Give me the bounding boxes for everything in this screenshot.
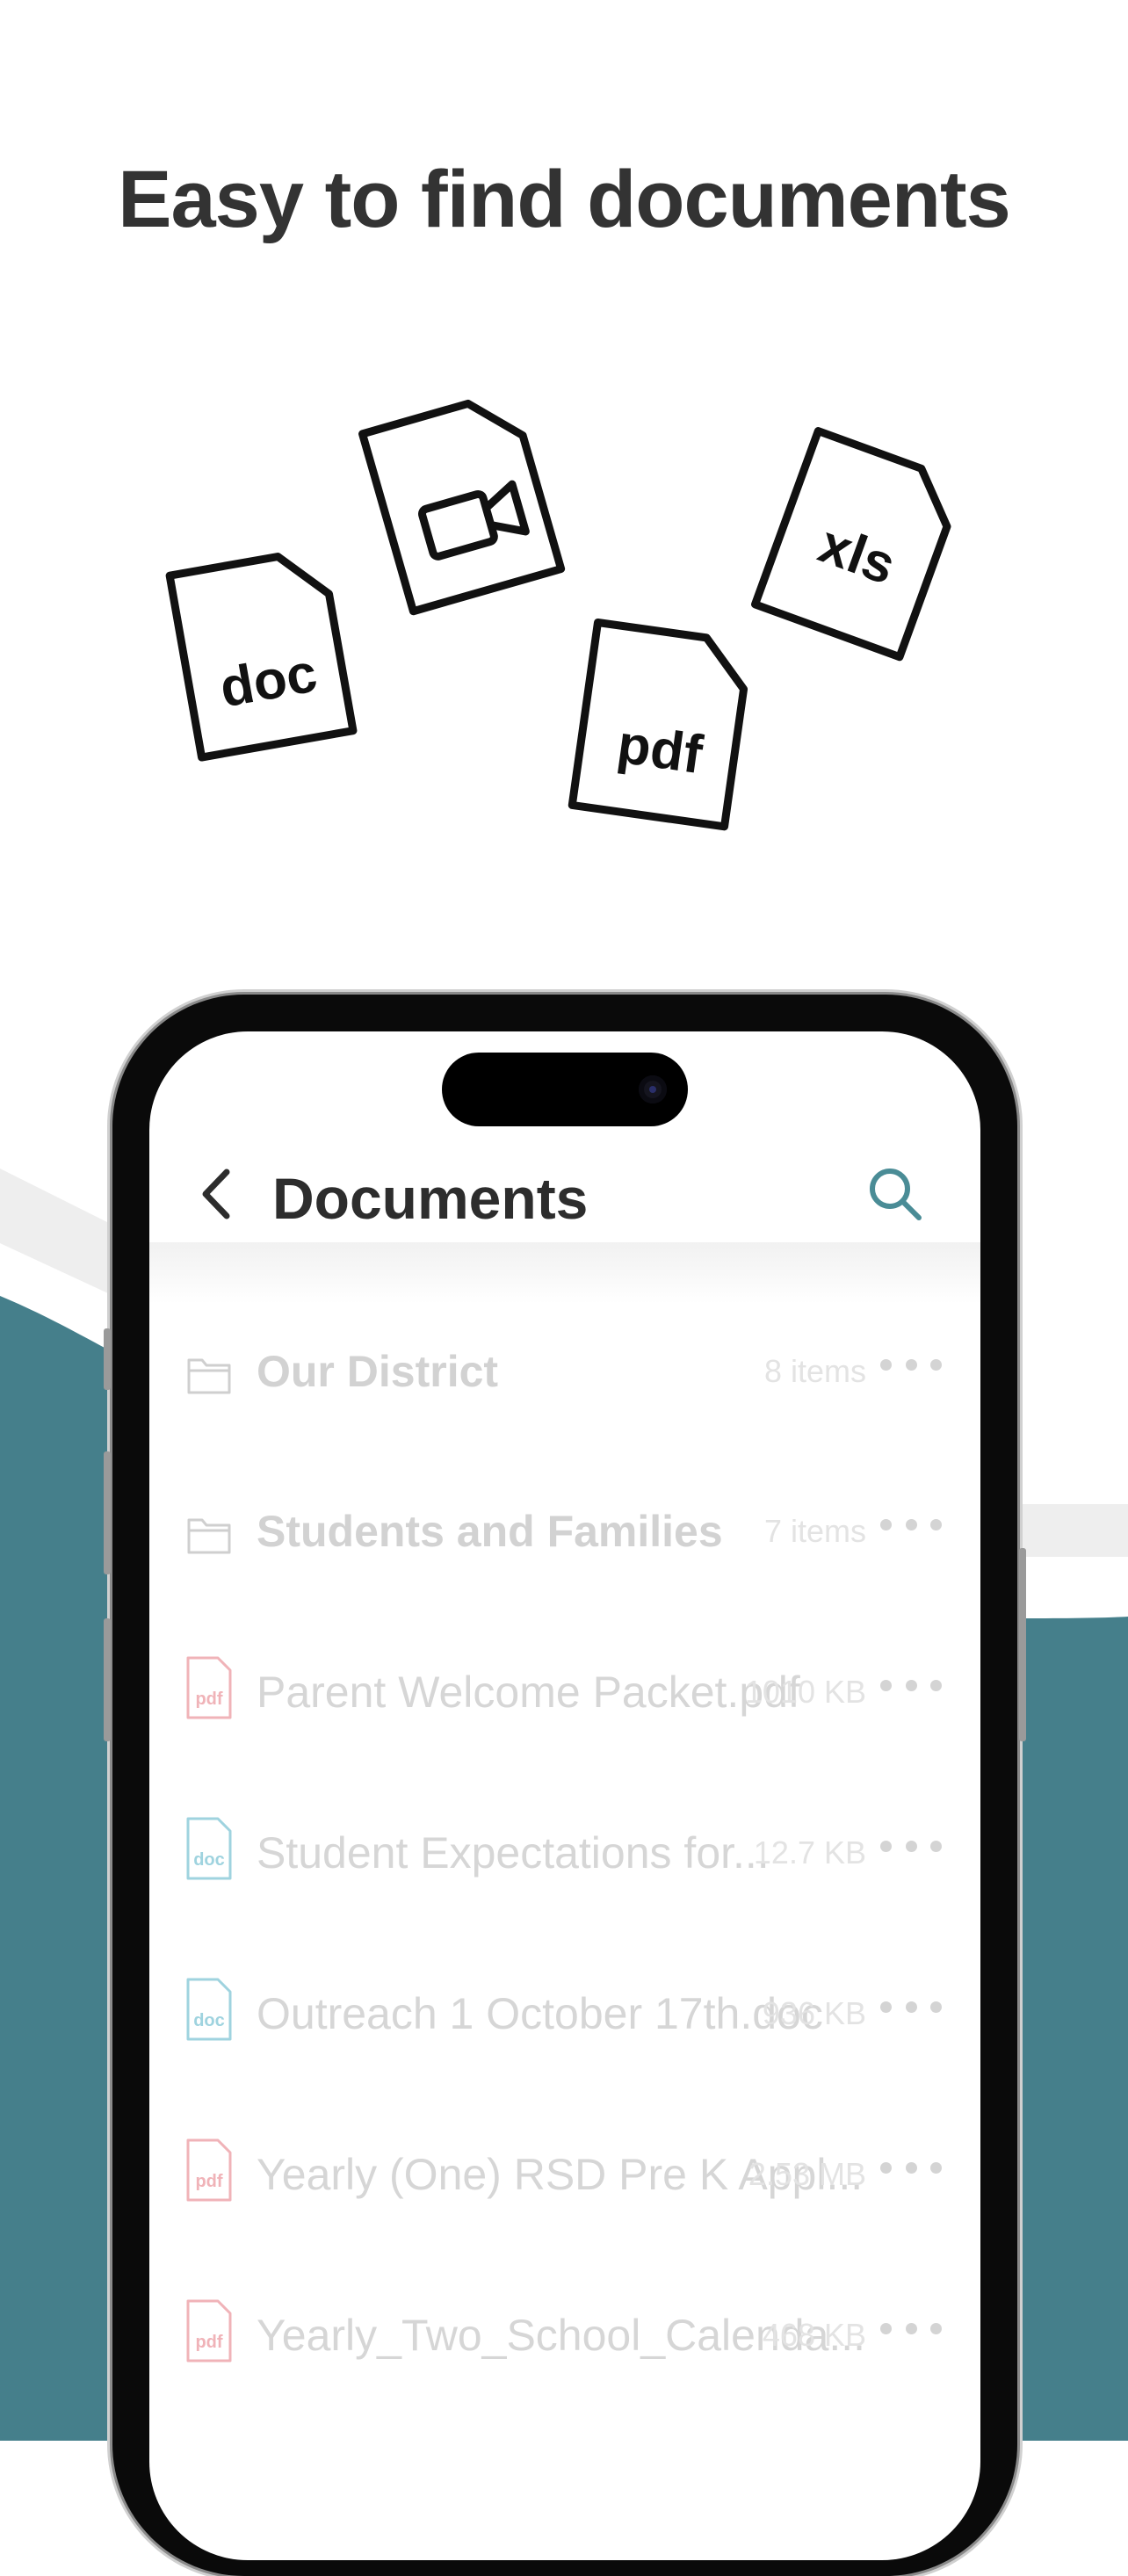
- pdf-file-icon: pdf: [186, 1656, 232, 1719]
- item-name: Our District: [257, 1347, 499, 1396]
- item-meta: 936 KB: [762, 1995, 866, 2031]
- item-meta: 7 items: [763, 1513, 866, 1549]
- camera-icon: [639, 1075, 667, 1103]
- more-options-button[interactable]: [880, 1985, 942, 2029]
- list-item-folder[interactable]: Our District 8 items: [149, 1295, 980, 1455]
- list-item-folder[interactable]: Students and Families 7 items: [149, 1455, 980, 1615]
- more-options-button[interactable]: [880, 2306, 942, 2350]
- folder-icon: [187, 1518, 231, 1554]
- item-name: Parent Welcome Packet.pdf: [257, 1668, 800, 1717]
- navigation-bar: Documents: [149, 1146, 980, 1242]
- more-options-button[interactable]: [880, 1663, 942, 1707]
- page-title: Documents: [272, 1166, 589, 1231]
- list-item-file[interactable]: pdf Parent Welcome Packet.pdf 1010 KB: [149, 1616, 980, 1776]
- item-meta: 12.7 KB: [753, 1834, 866, 1870]
- item-name: Outreach 1 October 17th.doc: [257, 1989, 823, 2038]
- item-meta: 1010 KB: [744, 1674, 866, 1710]
- item-name: Student Expectations for...: [257, 1828, 770, 1878]
- item-meta: 468 KB: [762, 2317, 866, 2353]
- page-headline: Easy to find documents: [118, 155, 1011, 244]
- phone-volume-down-button: [104, 1618, 111, 1741]
- item-meta: 2.53 MB: [748, 2156, 866, 2192]
- phone-mockup: Documents Our District 8 items Students …: [104, 995, 1026, 2576]
- doc-file-icon: doc: [160, 538, 368, 767]
- phone-power-button: [1019, 1548, 1026, 1741]
- pdf-file-icon: pdf: [562, 612, 764, 837]
- dynamic-island: [442, 1053, 688, 1126]
- chevron-left-icon: [202, 1169, 230, 1219]
- list-item-file[interactable]: doc Outreach 1 October 17th.doc 936 KB: [149, 1937, 980, 2097]
- doc-file-icon: doc: [186, 1978, 232, 2041]
- folder-icon: [187, 1358, 231, 1394]
- search-icon: [870, 1169, 922, 1220]
- more-options-button[interactable]: [880, 2145, 942, 2189]
- phone-volume-up-button: [104, 1451, 111, 1574]
- more-options-button[interactable]: [880, 1824, 942, 1868]
- item-name: Students and Families: [257, 1507, 723, 1556]
- item-meta: 8 items: [763, 1353, 866, 1389]
- phone-screen: Documents Our District 8 items Students …: [149, 1031, 980, 2560]
- doc-file-icon: doc: [186, 1817, 232, 1880]
- list-item-file[interactable]: pdf Yearly_Two_School_Calenda... 468 KB: [149, 2259, 980, 2419]
- pdf-file-icon: pdf: [186, 2299, 232, 2363]
- pdf-file-icon: pdf: [186, 2138, 232, 2202]
- more-options-button[interactable]: [880, 1502, 942, 1546]
- back-button[interactable]: [192, 1163, 244, 1225]
- more-options-button[interactable]: [880, 1342, 942, 1386]
- phone-side-button: [104, 1328, 111, 1390]
- search-button[interactable]: [866, 1165, 924, 1223]
- list-item-file[interactable]: doc Student Expectations for... 12.7 KB: [149, 1776, 980, 1936]
- list-item-file[interactable]: pdf Yearly (One) RSD Pre K Appl... 2.53 …: [149, 2098, 980, 2258]
